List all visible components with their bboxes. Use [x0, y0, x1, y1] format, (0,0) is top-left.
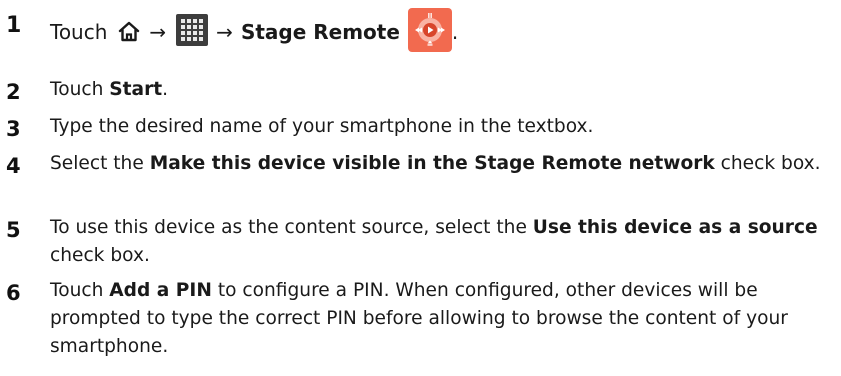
arrow-glyph: →: [216, 20, 233, 44]
step-text: Select the Make this device visible in t…: [50, 150, 830, 178]
step-number: 2: [6, 80, 21, 104]
step-number: 3: [6, 117, 21, 141]
stage-remote-app-icon: [407, 8, 452, 52]
app-name: Stage Remote: [240, 20, 400, 44]
step-text: To use this device as the content source…: [50, 214, 830, 270]
arrow-glyph: →: [149, 20, 167, 44]
step-text: Touch → → Stage Remote.: [50, 8, 830, 52]
ui-label-add-pin: Add a PIN: [109, 280, 212, 301]
step-prefix: Touch: [50, 280, 110, 301]
apps-grid-icon: [176, 14, 209, 46]
step-number: 5: [6, 218, 21, 242]
ui-label-start: Start: [109, 79, 163, 100]
step-prefix: To use this device as the content source…: [50, 217, 533, 238]
step-number: 4: [6, 154, 21, 178]
step-text: Touch Start.: [50, 76, 830, 104]
step-prefix: Select the: [50, 153, 150, 174]
step-suffix: check box.: [50, 245, 150, 266]
step-number: 1: [6, 13, 22, 38]
step-text: Type the desired name of your smartphone…: [50, 116, 594, 137]
home-icon: [117, 17, 141, 42]
step-prefix: Touch: [50, 79, 110, 100]
ui-label-visible-checkbox: Make this device visible in the Stage Re…: [149, 153, 715, 174]
step-suffix: .: [451, 20, 459, 44]
step-number: 6: [6, 281, 21, 305]
step-suffix: .: [162, 79, 169, 100]
step-text: Touch Add a PIN to configure a PIN. When…: [50, 277, 830, 361]
step-prefix: Touch: [50, 20, 108, 44]
ui-label-source-checkbox: Use this device as a source: [532, 217, 818, 238]
step-suffix: check box.: [714, 153, 821, 174]
